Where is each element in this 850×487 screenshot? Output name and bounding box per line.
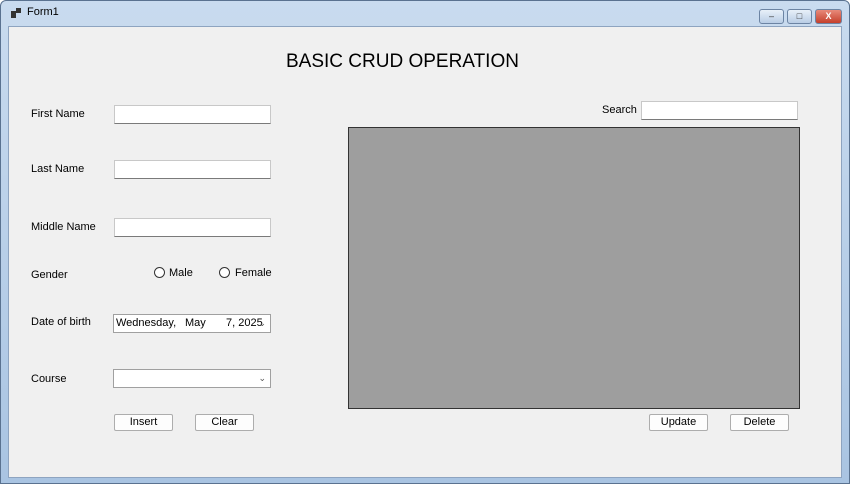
dob-month: May — [185, 317, 206, 329]
middle-name-input[interactable] — [114, 218, 271, 237]
form-client-area: BASIC CRUD OPERATION First Name Last Nam… — [8, 26, 842, 478]
female-label: Female — [235, 267, 272, 279]
maximize-button[interactable]: □ — [787, 9, 812, 24]
update-button[interactable]: Update — [649, 414, 708, 431]
last-name-input[interactable] — [114, 160, 271, 179]
minimize-button[interactable]: – — [759, 9, 784, 24]
insert-button[interactable]: Insert — [114, 414, 173, 431]
data-grid[interactable] — [348, 127, 800, 409]
female-radio[interactable] — [219, 267, 230, 278]
gender-label: Gender — [31, 269, 68, 281]
first-name-input[interactable] — [114, 105, 271, 124]
close-button[interactable]: X — [815, 9, 842, 24]
last-name-label: Last Name — [31, 163, 85, 175]
male-radio[interactable] — [154, 267, 165, 278]
clear-button[interactable]: Clear — [195, 414, 254, 431]
dob-day-year: 7, 2025 — [226, 317, 263, 329]
first-name-label: First Name — [31, 108, 85, 120]
male-label: Male — [169, 267, 193, 279]
app-icon — [11, 8, 21, 18]
dob-weekday: Wednesday, — [116, 317, 177, 329]
dob-date-picker[interactable]: Wednesday, May 7, 2025 ⌄ — [113, 314, 271, 333]
window-title: Form1 — [27, 6, 59, 18]
middle-name-label: Middle Name — [31, 221, 96, 233]
search-label: Search — [602, 104, 637, 116]
page-title: BASIC CRUD OPERATION — [286, 51, 519, 72]
course-label: Course — [31, 373, 67, 385]
search-input[interactable] — [641, 101, 798, 120]
dob-label: Date of birth — [31, 316, 91, 328]
delete-button[interactable]: Delete — [730, 414, 789, 431]
course-select[interactable]: ⌄ — [113, 369, 271, 388]
chevron-down-icon: ⌄ — [258, 318, 266, 328]
chevron-down-icon: ⌄ — [258, 373, 266, 383]
